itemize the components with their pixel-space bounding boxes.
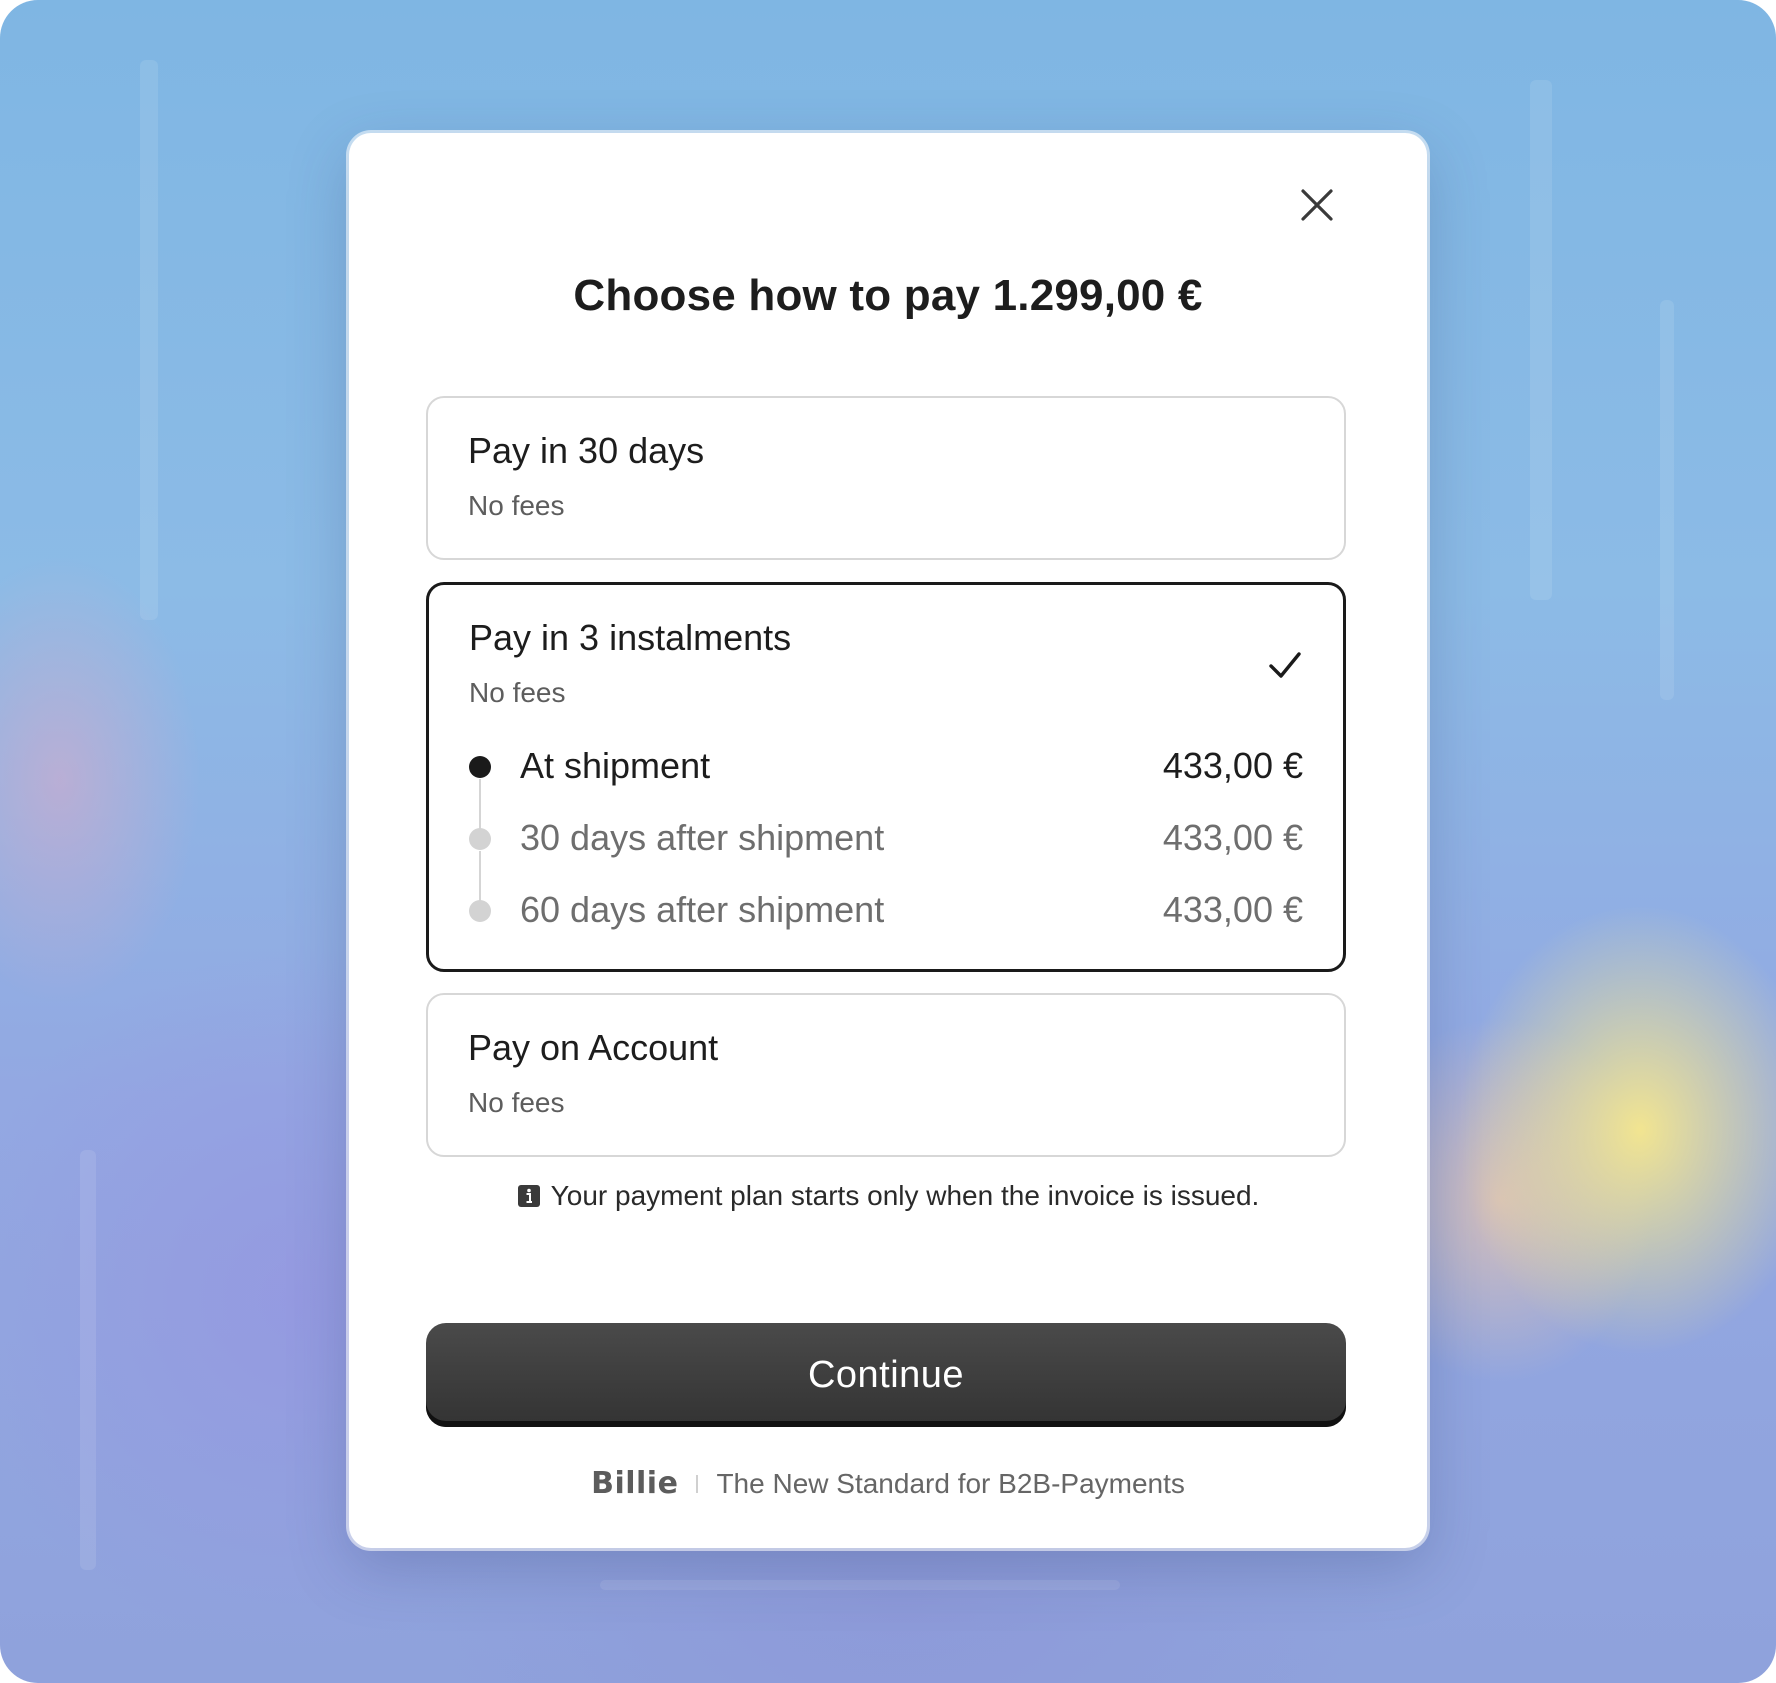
brush-streak — [600, 1580, 1120, 1590]
schedule-label: At shipment — [520, 745, 711, 786]
close-icon — [1295, 183, 1339, 227]
info-icon — [517, 1184, 541, 1208]
timeline-connector — [479, 851, 481, 901]
option-pay-in-30-days[interactable]: Pay in 30 days No fees — [426, 396, 1346, 560]
timeline-connector — [479, 779, 481, 829]
brush-streak — [140, 60, 158, 620]
option-title: Pay in 3 instalments — [469, 617, 792, 658]
checkmark-icon — [1265, 645, 1305, 685]
footer-divider — [696, 1474, 699, 1493]
option-title: Pay on Account — [468, 1027, 719, 1068]
brush-streak — [80, 1150, 96, 1570]
close-button[interactable] — [1295, 183, 1339, 227]
notice-text: Your payment plan starts only when the i… — [550, 1180, 1260, 1211]
payment-plan-notice: Your payment plan starts only when the i… — [349, 1180, 1427, 1212]
brush-streak — [1530, 80, 1552, 600]
timeline-dot — [469, 900, 491, 922]
timeline-dot-active — [469, 756, 491, 778]
option-pay-in-3-instalments[interactable]: Pay in 3 instalments No fees At shipment… — [426, 582, 1346, 972]
schedule-label: 30 days after shipment — [520, 817, 885, 858]
option-subtitle: No fees — [468, 1087, 565, 1118]
option-subtitle: No fees — [468, 490, 565, 521]
timeline-dot — [469, 828, 491, 850]
option-subtitle: No fees — [469, 677, 566, 708]
schedule-amount: 433,00 € — [1162, 817, 1303, 858]
schedule-amount: 433,00 € — [1162, 745, 1303, 786]
payment-method-dialog: Choose how to pay 1.299,00 € Pay in 30 d… — [349, 133, 1427, 1548]
continue-button[interactable]: Continue — [426, 1323, 1346, 1427]
option-pay-on-account[interactable]: Pay on Account No fees — [426, 993, 1346, 1157]
option-title: Pay in 30 days — [468, 430, 705, 471]
schedule-amount: 433,00 € — [1162, 889, 1303, 930]
brush-streak — [1660, 300, 1674, 700]
billie-logo: Billie — [591, 1466, 679, 1501]
dialog-title: Choose how to pay 1.299,00 € — [573, 271, 1203, 320]
footer-tagline: The New Standard for B2B-Payments — [716, 1467, 1185, 1499]
schedule-label: 60 days after shipment — [520, 889, 885, 930]
footer: Billie The New Standard for B2B-Payments — [349, 1466, 1427, 1501]
